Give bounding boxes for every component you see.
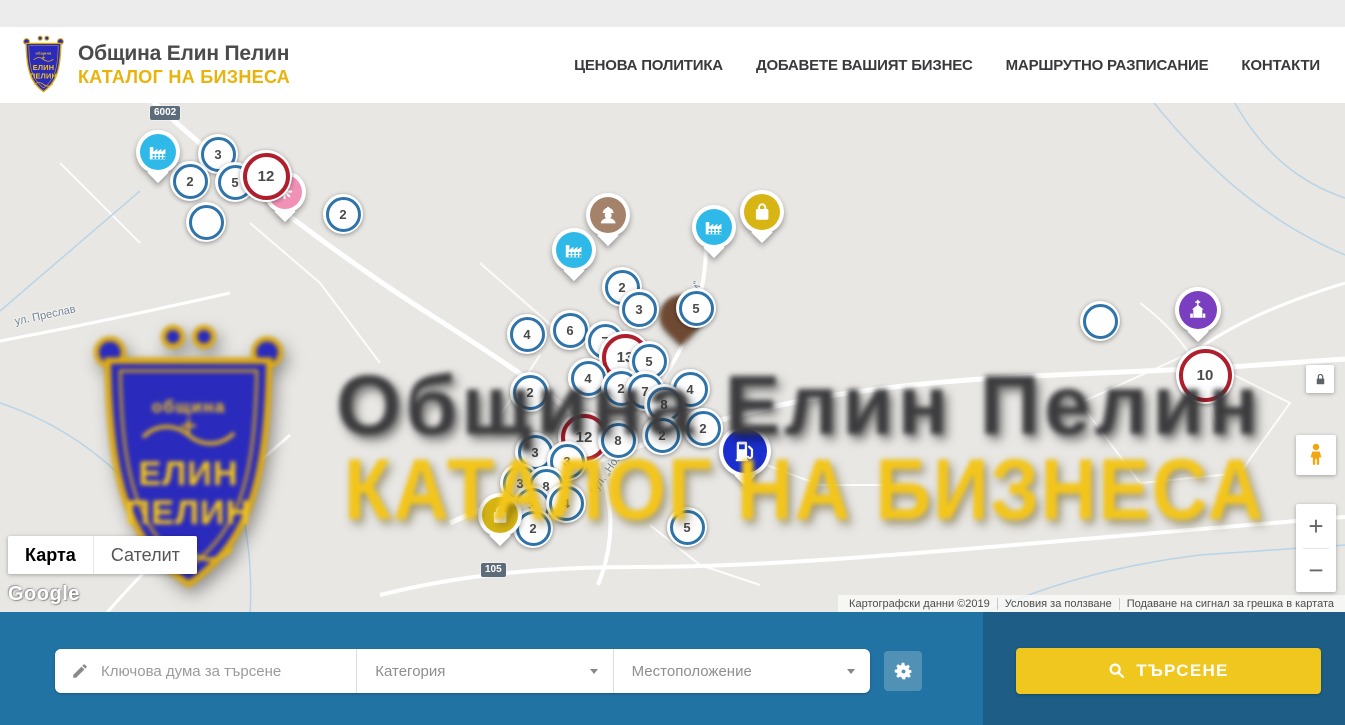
- road-number-badge: 6002: [150, 106, 180, 120]
- svg-text:община: община: [36, 52, 53, 56]
- cluster-marker[interactable]: [186, 202, 226, 242]
- bag-pin[interactable]: [740, 190, 784, 234]
- cluster-marker[interactable]: 2: [323, 194, 363, 234]
- fuel-pin[interactable]: [719, 425, 771, 477]
- cluster-marker[interactable]: 2: [683, 408, 723, 448]
- cluster-count: 10: [1179, 349, 1232, 402]
- cluster-marker[interactable]: [1080, 301, 1120, 341]
- site-subtitle: КАТАЛОГ НА БИЗНЕСА: [78, 67, 290, 88]
- cluster-marker[interactable]: 5: [667, 507, 707, 547]
- cluster-count: 4: [510, 317, 545, 352]
- nav-route-schedule[interactable]: МАРШРУТНО РАЗПИСАНИЕ: [1006, 57, 1209, 74]
- street-view-pegman-button[interactable]: [1296, 435, 1336, 475]
- location-select-label: Местоположение: [632, 663, 752, 680]
- cluster-count: 5: [679, 291, 714, 326]
- municipality-crest-logo: община ЕЛИН ПЕЛИН: [20, 34, 67, 96]
- cluster-marker[interactable]: 12: [240, 150, 292, 202]
- lock-icon: [1313, 372, 1328, 387]
- cluster-count: 2: [513, 375, 548, 410]
- cluster-marker[interactable]: 6: [550, 310, 590, 350]
- church-pin[interactable]: [1175, 287, 1221, 333]
- cluster-count: 2: [326, 197, 361, 232]
- zoom-control: + −: [1296, 504, 1336, 592]
- search-submit-button[interactable]: ТЪРСЕНЕ: [1016, 648, 1321, 694]
- cluster-count: 4: [549, 486, 584, 521]
- worker-pin[interactable]: [586, 193, 630, 237]
- cluster-marker[interactable]: 3: [619, 289, 659, 329]
- location-select[interactable]: Местоположение: [613, 649, 870, 693]
- main-nav: ЦЕНОВА ПОЛИТИКА ДОБАВЕТЕ ВАШИЯТ БИЗНЕС М…: [574, 27, 1320, 103]
- cluster-marker[interactable]: 5: [676, 288, 716, 328]
- map-lock-button[interactable]: [1306, 365, 1334, 393]
- chevron-down-icon: [847, 669, 855, 674]
- factory-pin[interactable]: [136, 130, 180, 174]
- svg-text:ЕЛИН: ЕЛИН: [33, 63, 55, 72]
- map-attribution: Картографски данни ©2019 Условия за полз…: [838, 595, 1345, 612]
- category-select[interactable]: Категория: [356, 649, 612, 693]
- keyword-field: [55, 649, 356, 693]
- map-copyright: Картографски данни ©2019: [842, 598, 997, 610]
- report-map-error-link[interactable]: Подаване на сигнал за грешка в картата: [1119, 598, 1341, 610]
- cluster-marker[interactable]: 2: [510, 372, 550, 412]
- search-bar: Категория Местоположение: [55, 649, 870, 693]
- site-title: Община Елин Пелин: [78, 42, 290, 65]
- road-number-badge: 105: [481, 563, 506, 577]
- factory-icon: [703, 216, 725, 238]
- search-panel: Категория Местоположение ТЪРСЕНЕ: [0, 612, 1345, 725]
- map-type-map-button[interactable]: Карта: [8, 536, 94, 574]
- advanced-search-button[interactable]: [884, 651, 922, 691]
- pegman-icon: [1303, 442, 1329, 468]
- cluster-count: 8: [601, 423, 636, 458]
- zoom-in-button[interactable]: +: [1296, 505, 1336, 548]
- fuel-pump-icon: [731, 437, 758, 464]
- nav-add-your-business[interactable]: ДОБАВЕТЕ ВАШИЯТ БИЗНЕС: [756, 57, 973, 74]
- cluster-marker[interactable]: 2: [642, 415, 682, 455]
- cluster-count: [1083, 304, 1118, 339]
- header: община ЕЛИН ПЕЛИН Община Елин Пелин КАТА…: [0, 27, 1345, 103]
- google-map[interactable]: 6002105ул. Преславбул. „Новоселции“ 3251…: [0, 103, 1345, 612]
- category-select-label: Категория: [375, 663, 445, 680]
- cluster-marker[interactable]: 4: [507, 314, 547, 354]
- factory-icon: [563, 239, 585, 261]
- svg-text:ПЕЛИН: ПЕЛИН: [30, 72, 57, 81]
- google-logo[interactable]: Google: [8, 583, 80, 606]
- cluster-marker[interactable]: 8: [598, 420, 638, 460]
- search-submit-label: ТЪРСЕНЕ: [1136, 661, 1228, 681]
- pencil-icon: [71, 662, 89, 680]
- search-keyword-input[interactable]: [99, 662, 356, 681]
- cluster-count: 2: [686, 411, 721, 446]
- cluster-count: 2: [645, 418, 680, 453]
- bag-pin[interactable]: [478, 493, 522, 537]
- cluster-count: 5: [670, 510, 705, 545]
- factory-pin[interactable]: [692, 205, 736, 249]
- map-type-satellite-button[interactable]: Сателит: [94, 536, 197, 574]
- cluster-count: 6: [553, 313, 588, 348]
- site-logo[interactable]: община ЕЛИН ПЕЛИН Община Елин Пелин КАТА…: [20, 34, 290, 96]
- cluster-count: 12: [243, 153, 290, 200]
- shopping-bag-icon: [751, 201, 773, 223]
- search-icon: [1108, 662, 1126, 680]
- gear-icon: [893, 661, 914, 682]
- zoom-out-button[interactable]: −: [1296, 549, 1336, 592]
- map-type-control: Карта Сателит: [8, 536, 197, 574]
- church-icon: [1186, 298, 1210, 322]
- cluster-marker[interactable]: 4: [546, 483, 586, 523]
- chevron-down-icon: [590, 669, 598, 674]
- window-top-strip: [0, 0, 1345, 27]
- worker-icon: [597, 204, 619, 226]
- nav-contacts[interactable]: КОНТАКТИ: [1241, 57, 1320, 74]
- cluster-count: [189, 205, 224, 240]
- shopping-bag-icon: [489, 504, 511, 526]
- factory-icon: [147, 141, 169, 163]
- terms-of-use-link[interactable]: Условия за ползване: [997, 598, 1119, 610]
- cluster-count: 3: [622, 292, 657, 327]
- cluster-marker[interactable]: 10: [1176, 346, 1234, 404]
- nav-pricing-policy[interactable]: ЦЕНОВА ПОЛИТИКА: [574, 57, 723, 74]
- business-catalog-page: { "header": { "crest": {"top": "община",…: [0, 0, 1345, 725]
